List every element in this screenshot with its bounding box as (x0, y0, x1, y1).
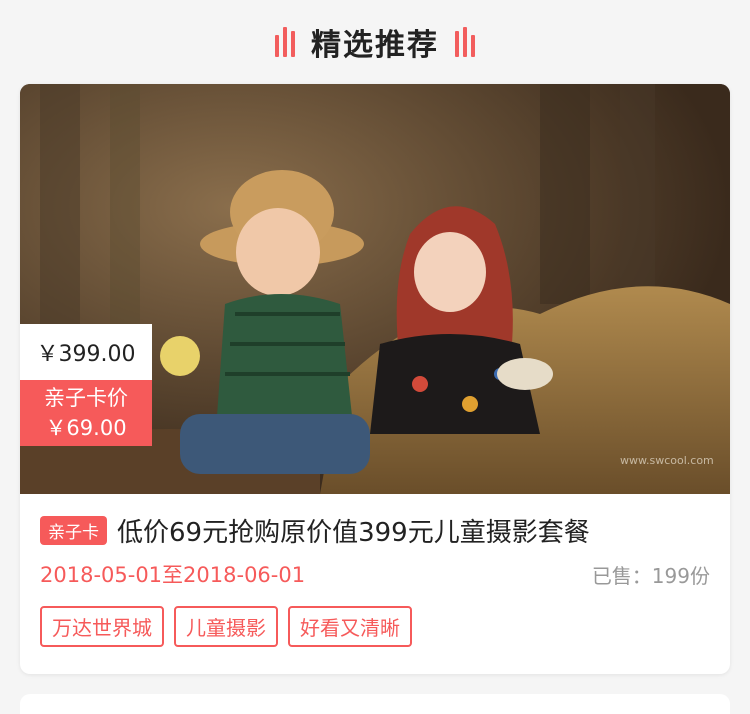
title-row: 亲子卡 低价69元抢购原价值399元儿童摄影套餐 (40, 512, 720, 548)
bar-chart-icon-left (275, 27, 295, 57)
bar-chart-icon-right (455, 27, 475, 57)
section-title: 精选推荐 (311, 28, 439, 63)
section-header: 精选推荐 (0, 0, 750, 84)
tag[interactable]: 万达世界城 (40, 606, 164, 647)
watermark: www.swcool.com (620, 454, 714, 467)
product-image[interactable]: www.swcool.com ￥399.00 亲子卡价 ￥69.00 (20, 84, 730, 494)
product-title[interactable]: 低价69元抢购原价值399元儿童摄影套餐 (117, 512, 590, 549)
card-price-box: 亲子卡价 ￥69.00 (20, 380, 152, 446)
meta-row: 2018-05-01至2018-06-01 已售：199份 (40, 556, 710, 592)
next-product-card[interactable] (20, 694, 730, 714)
original-price: ￥399.00 (20, 324, 152, 380)
card-price-label: 亲子卡价 (44, 386, 128, 410)
family-card-badge: 亲子卡 (40, 515, 107, 545)
tag[interactable]: 好看又清晰 (288, 606, 412, 647)
tag[interactable]: 儿童摄影 (174, 606, 278, 647)
card-price: ￥69.00 (45, 416, 127, 440)
date-range: 2018-05-01至2018-06-01 (40, 563, 306, 587)
tag-list: 万达世界城 儿童摄影 好看又清晰 (40, 606, 412, 647)
product-card[interactable]: www.swcool.com ￥399.00 亲子卡价 ￥69.00 亲子卡 低… (20, 84, 730, 674)
sold-count: 已售：199份 (591, 563, 710, 588)
